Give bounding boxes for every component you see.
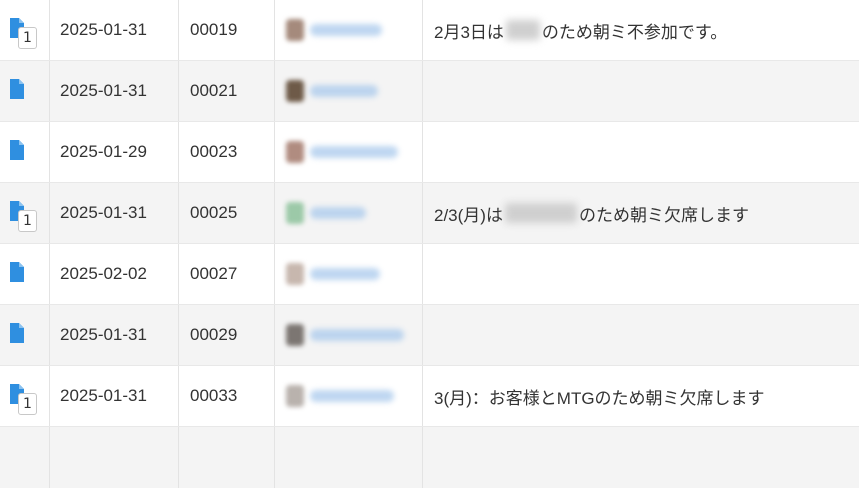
icon-cell[interactable] [0,244,50,304]
table-row[interactable]: 2025-01-31 00021 [0,61,859,122]
date-cell: 2025-01-31 [50,366,179,426]
note-text: のため朝ミ欠席します [578,205,749,225]
user-cell[interactable] [275,366,423,426]
date-cell [50,427,179,488]
note-cell [423,427,859,488]
number-cell: 00019 [179,0,275,60]
note-cell: 2月3日は のため朝ミ不参加です。 [423,0,859,60]
document-icon[interactable]: 1 [10,201,37,232]
user-name-redacted[interactable] [310,24,382,36]
document-icon[interactable] [10,323,28,347]
table-row[interactable]: 2025-01-29 00023 [0,122,859,183]
table-row[interactable]: 1 2025-01-31 00019 2月3日は のため朝ミ不参加です。 [0,0,859,61]
note-text: 3(月)：お客様とMTGのため朝ミ欠席します [434,388,765,408]
user-name-redacted[interactable] [310,85,378,97]
avatar [286,202,304,224]
number-cell: 00029 [179,305,275,365]
table-row[interactable]: 2025-01-31 00029 [0,305,859,366]
avatar [286,80,304,102]
user-cell[interactable] [275,305,423,365]
redacted-text [504,203,577,223]
note-text: 2月3日は [434,22,504,42]
document-icon[interactable]: 1 [10,18,37,49]
user-cell[interactable] [275,0,423,60]
table-row[interactable]: 2025-02-02 00027 [0,244,859,305]
user-name-redacted[interactable] [310,390,394,402]
table-row[interactable]: 1 2025-01-31 00025 2/3(月)は のため朝ミ欠席します [0,183,859,244]
note-text: 2/3(月)は [434,205,503,225]
user-name-redacted[interactable] [310,268,380,280]
date-cell: 2025-02-02 [50,244,179,304]
note-cell [423,61,859,121]
comment-count-badge: 1 [18,210,37,232]
comment-count-badge: 1 [18,393,37,415]
avatar [286,385,304,407]
number-cell: 00025 [179,183,275,243]
user-cell[interactable] [275,427,423,488]
user-cell[interactable] [275,244,423,304]
user-cell[interactable] [275,122,423,182]
number-cell: 00021 [179,61,275,121]
date-cell: 2025-01-29 [50,122,179,182]
icon-cell[interactable]: 1 [0,0,50,60]
number-cell: 00027 [179,244,275,304]
date-cell: 2025-01-31 [50,183,179,243]
user-cell[interactable] [275,61,423,121]
comment-count-badge: 1 [18,27,37,49]
number-cell: 00023 [179,122,275,182]
user-name-redacted[interactable] [310,329,404,341]
date-cell: 2025-01-31 [50,305,179,365]
note-cell [423,305,859,365]
document-icon[interactable] [10,262,28,286]
icon-cell[interactable] [0,305,50,365]
icon-cell[interactable]: 1 [0,366,50,426]
note-cell: 3(月)：お客様とMTGのため朝ミ欠席します [423,366,859,426]
avatar [286,19,304,41]
icon-cell[interactable]: 1 [0,183,50,243]
note-text: のため朝ミ不参加です。 [541,22,728,42]
document-icon[interactable]: 1 [10,384,37,415]
redacted-text [505,20,540,40]
number-cell [179,427,275,488]
avatar [286,141,304,163]
records-table: 1 2025-01-31 00019 2月3日は のため朝ミ不参加です。 202… [0,0,859,488]
note-cell [423,122,859,182]
number-cell: 00033 [179,366,275,426]
document-icon[interactable] [10,140,28,164]
avatar [286,324,304,346]
icon-cell[interactable] [0,122,50,182]
icon-cell[interactable] [0,61,50,121]
user-name-redacted[interactable] [310,207,366,219]
note-cell: 2/3(月)は のため朝ミ欠席します [423,183,859,243]
table-row[interactable] [0,427,859,488]
icon-cell[interactable] [0,427,50,488]
avatar [286,263,304,285]
note-cell [423,244,859,304]
user-cell[interactable] [275,183,423,243]
date-cell: 2025-01-31 [50,61,179,121]
document-icon[interactable] [10,79,28,103]
date-cell: 2025-01-31 [50,0,179,60]
table-row[interactable]: 1 2025-01-31 00033 3(月)：お客様とMTGのため朝ミ欠席しま… [0,366,859,427]
user-name-redacted[interactable] [310,146,398,158]
